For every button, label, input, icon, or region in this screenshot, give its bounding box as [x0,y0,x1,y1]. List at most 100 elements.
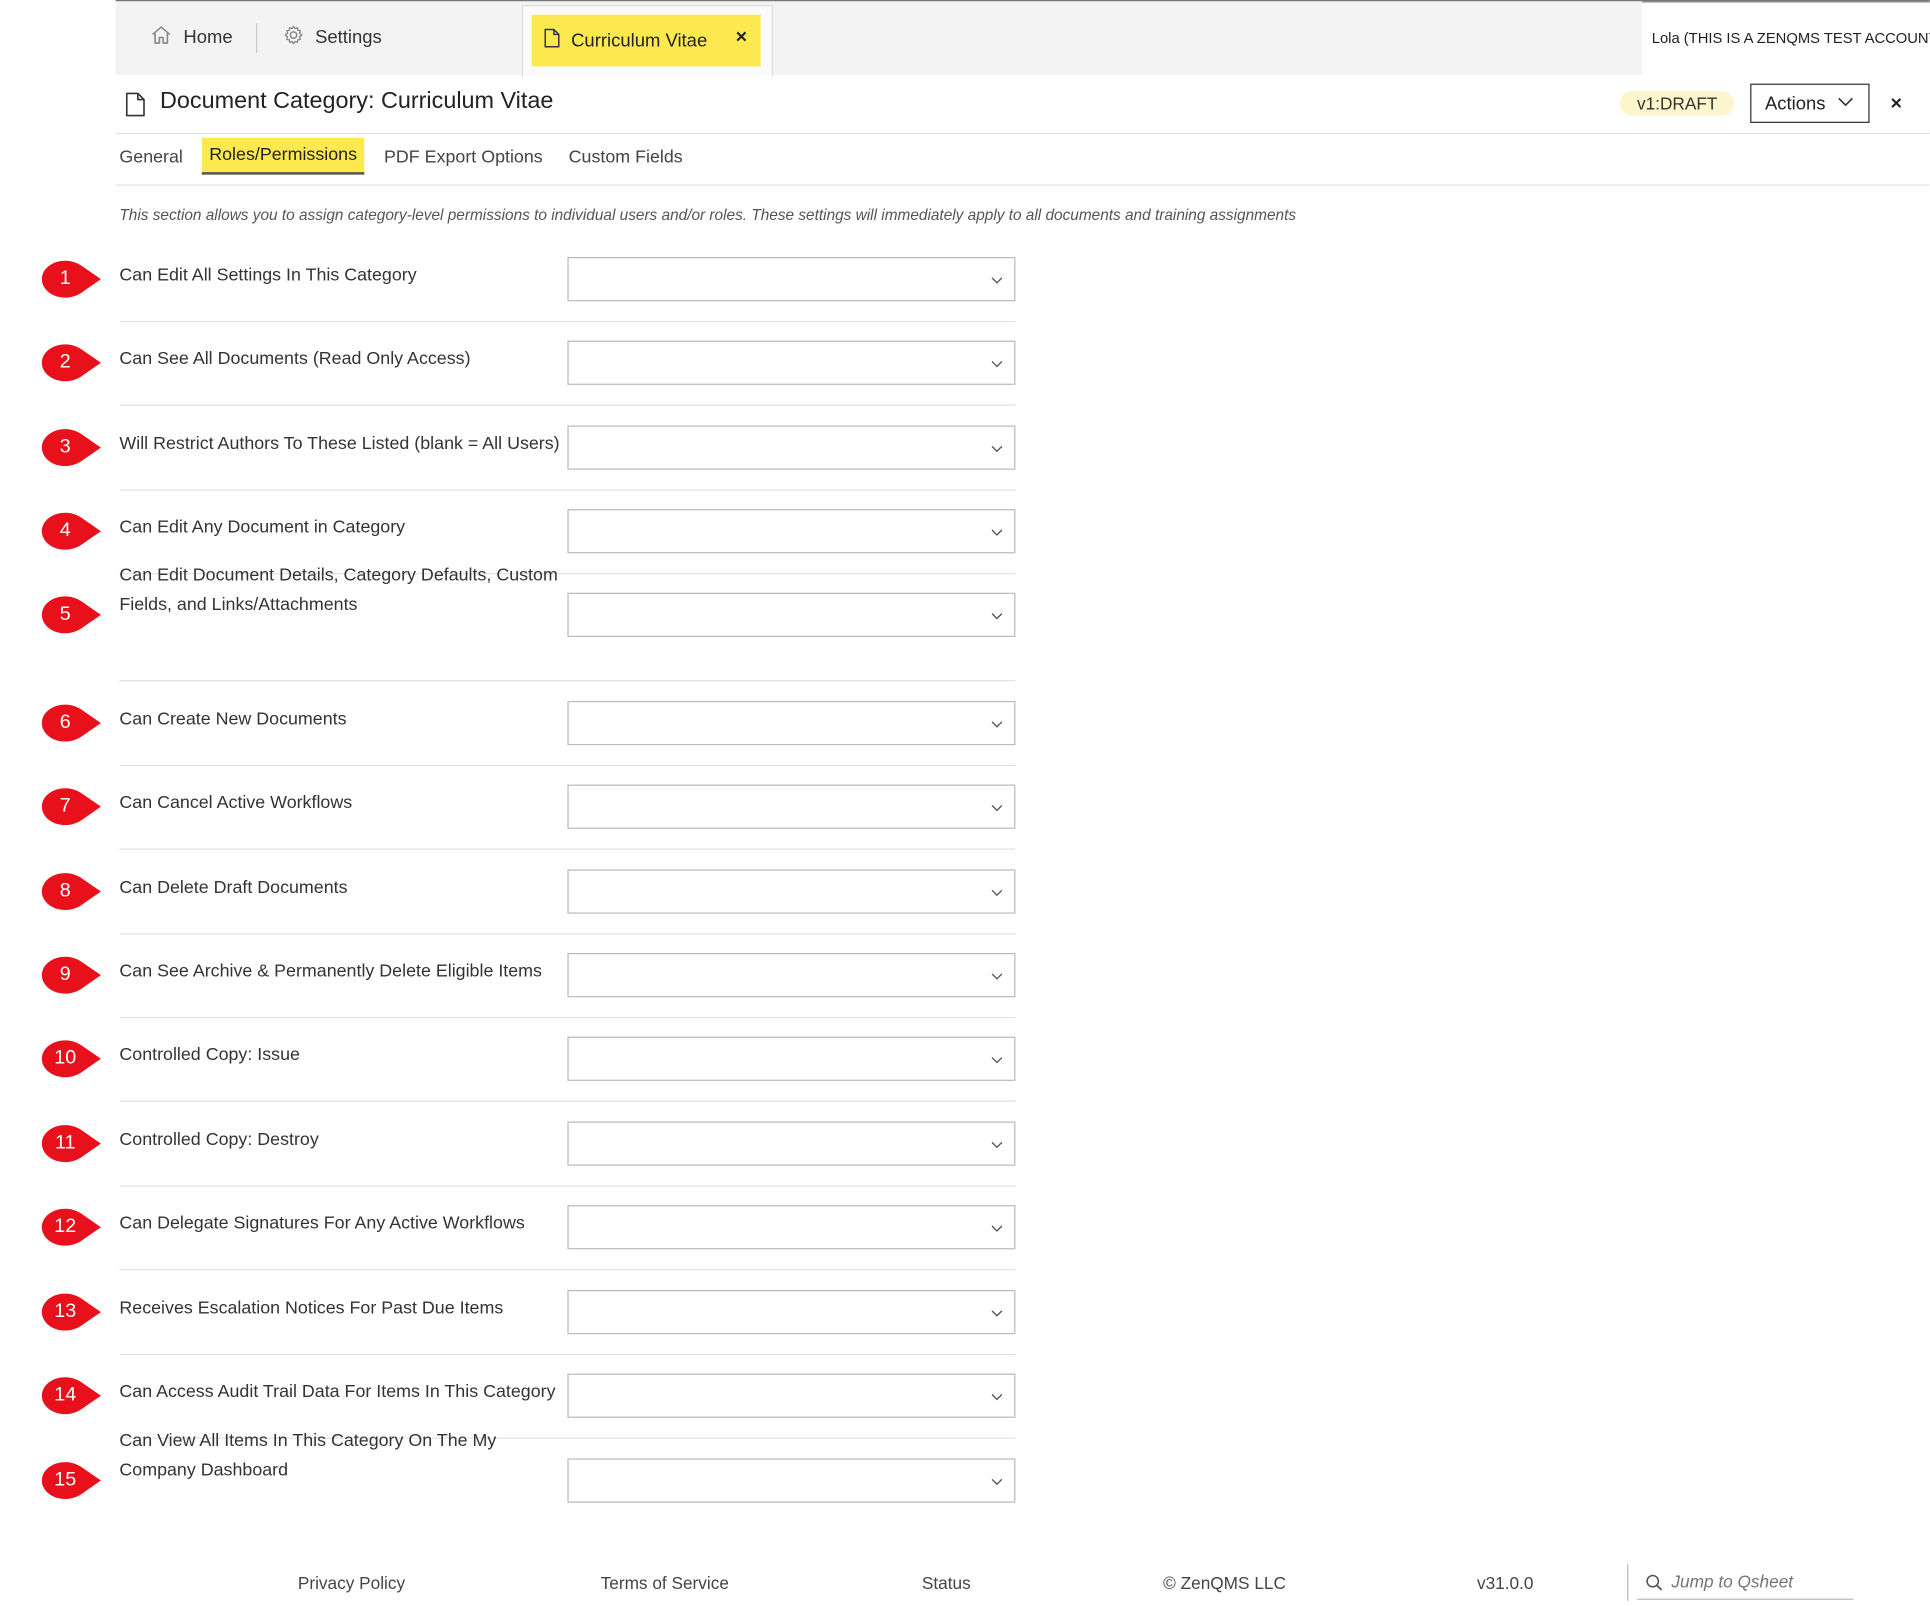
permission-label: Can Access Audit Trail Data For Items In… [119,1382,556,1402]
permission-select[interactable] [567,257,1016,302]
chevron-down-icon [991,804,1003,812]
terms-of-service-link[interactable]: Terms of Service [601,1573,729,1593]
permission-select[interactable] [567,953,1016,998]
step-marker: 7 [41,787,103,826]
permission-label: Controlled Copy: Issue [119,1045,300,1065]
permission-row: Will Restrict Authors To These Listed (b… [119,425,1016,491]
footer-divider [1627,1564,1629,1602]
chevron-down-icon [1838,97,1853,107]
copyright-text: © ZenQMS LLC [1163,1572,1286,1593]
permission-select[interactable] [567,592,1016,637]
permission-label: Receives Escalation Notices For Past Due… [119,1298,504,1319]
permission-select[interactable] [567,1121,1016,1166]
permission-row: Can See All Documents (Read Only Access) [119,340,1016,406]
subtab-roles-permissions[interactable]: Roles/Permissions [201,137,365,175]
subtab-pdf-export-options[interactable]: PDF Export Options [384,148,543,168]
active-tab-frame: Curriculum Vitae × [521,4,773,77]
permission-select[interactable] [567,1373,1016,1418]
tab-home[interactable]: Home [150,25,233,51]
chevron-down-icon [991,721,1003,728]
permission-select[interactable] [567,1458,1016,1503]
permission-label: Can See All Documents (Read Only Access) [119,349,471,369]
permission-select[interactable] [567,425,1016,470]
step-marker: 2 [41,343,103,382]
step-marker-number: 11 [55,1132,76,1154]
subtab-custom-fields[interactable]: Custom Fields [569,148,683,168]
permission-row: Receives Escalation Notices For Past Due… [119,1289,1016,1356]
step-marker-number: 10 [54,1047,77,1069]
permission-select[interactable] [567,509,1016,554]
step-marker-number: 14 [54,1384,77,1406]
step-marker-number: 7 [59,795,71,817]
permission-select[interactable] [567,1205,1016,1250]
step-marker: 12 [41,1208,103,1247]
status-link[interactable]: Status [922,1573,971,1593]
tab-curriculum-vitae[interactable]: Curriculum Vitae × [531,14,761,67]
permission-label: Can Create New Documents [119,709,347,730]
chevron-down-icon [991,1141,1003,1149]
permission-select[interactable] [567,784,1016,829]
user-name: Lola (THIS IS A ZENQMS TEST ACCOUNT) [1651,29,1930,47]
chevron-down-icon [991,445,1003,453]
step-marker-number: 5 [59,603,71,625]
step-marker-number: 1 [59,268,71,289]
permission-select[interactable] [567,869,1016,914]
permission-select[interactable] [567,1036,1016,1081]
step-marker: 10 [41,1039,103,1078]
step-marker: 8 [41,872,103,911]
chevron-down-icon [991,277,1003,284]
permission-label: Can View All Items In This Category On T… [119,1431,497,1481]
step-marker: 3 [41,428,103,467]
step-marker: 14 [41,1376,103,1415]
permission-label: Can Delegate Signatures For Any Active W… [119,1213,525,1234]
tab-home-label: Home [183,27,233,48]
chevron-down-icon [991,1394,1003,1401]
tab-settings[interactable]: Settings [283,25,382,51]
subtab-general[interactable]: General [119,148,183,168]
tab-close-icon[interactable]: × [736,27,748,49]
permission-row: Controlled Copy: Issue [119,1036,1016,1102]
step-marker: 11 [41,1124,103,1163]
permission-row: Can Delegate Signatures For Any Active W… [119,1205,1016,1271]
permission-row: Can Edit All Settings In This Category [119,257,1016,323]
permission-label: Can Edit All Settings In This Category [119,265,417,286]
step-marker: 15 [41,1461,103,1500]
actions-dropdown-button[interactable]: Actions [1750,83,1870,123]
step-marker-number: 8 [59,880,71,902]
permission-row: Can Create New Documents [119,700,1016,767]
footer: Privacy Policy Terms of Service Status ©… [0,1562,1930,1606]
permission-label: Can Cancel Active Workflows [119,793,353,813]
permission-select[interactable] [567,340,1016,385]
chevron-down-icon [991,613,1003,620]
permission-select[interactable] [567,1289,1016,1335]
search-icon [1646,1574,1663,1591]
version-status-badge: v1:DRAFT [1619,90,1735,116]
tab-settings-label: Settings [315,27,382,48]
tab-separator [256,23,258,53]
step-marker-number: 9 [59,964,71,985]
close-icon[interactable]: × [1891,93,1903,115]
permission-row: Can Delete Draft Documents [119,869,1016,935]
step-marker: 1 [41,259,103,298]
home-icon [150,25,172,51]
step-marker: 13 [41,1292,103,1331]
user-panel[interactable]: Lola (THIS IS A ZENQMS TEST ACCOUNT) [1641,1,1930,77]
permission-label: Can See Archive & Permanently Delete Eli… [119,961,542,982]
jump-to-qsheet-search [1636,1567,1857,1600]
step-marker-number: 12 [54,1216,77,1238]
chevron-down-icon [991,1478,1003,1486]
privacy-policy-link[interactable]: Privacy Policy [298,1573,405,1593]
jump-to-qsheet-input[interactable] [1668,1570,1857,1593]
step-marker: 6 [41,703,103,742]
title-bar: Document Category: Curriculum Vitae v1:D… [115,74,1930,135]
permission-row: Can View All Items In This Category On T… [119,1431,1016,1522]
step-marker-number: 2 [59,351,71,373]
document-icon [544,28,560,53]
page-title: Document Category: Curriculum Vitae [160,88,554,115]
permission-select[interactable] [567,700,1016,746]
sub-tab-bar: General Roles/Permissions PDF Export Opt… [115,133,1930,186]
step-marker-number: 3 [59,436,71,458]
step-marker: 5 [41,595,103,634]
page: Home Settings Curriculum Vitae × Lola (T… [0,0,1930,1606]
chevron-down-icon [991,361,1003,368]
